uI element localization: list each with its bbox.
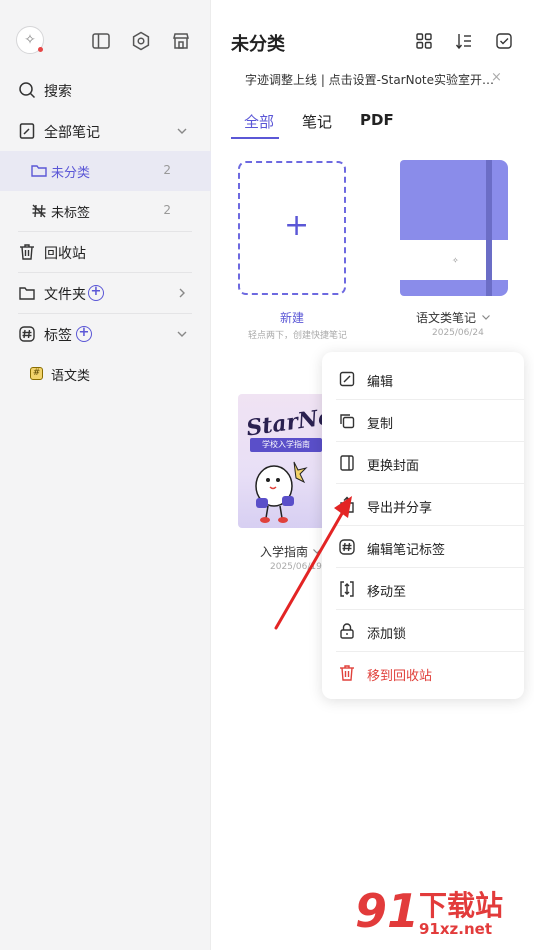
cover-banner: 学校入学指南 [250, 438, 322, 452]
tab-all[interactable]: 全部 [244, 111, 274, 132]
page-title: 未分类 [231, 34, 285, 55]
site-watermark: 91 下载站 91xz.net [355, 880, 530, 946]
menu-item-edit-tags[interactable]: 编辑笔记标签 [322, 526, 524, 568]
settings-gear-icon[interactable] [130, 30, 152, 52]
sidebar-item-label: 语文类 [51, 369, 91, 384]
sidebar-item-all-notes[interactable]: 全部笔记 [0, 111, 211, 151]
plus-icon: + [284, 208, 310, 243]
sidebar-toggle-icon[interactable] [90, 30, 112, 52]
new-note-label[interactable]: 新建 [280, 309, 304, 326]
tag-chip-icon: # [30, 367, 43, 380]
notebook-icon [19, 123, 35, 139]
menu-item-edit[interactable]: 编辑 [322, 358, 524, 400]
copy-icon [340, 414, 355, 429]
menu-item-label: 编辑笔记标签 [367, 543, 446, 558]
menu-item-label: 复制 [367, 417, 394, 432]
watermark-url: 91xz.net [419, 920, 493, 938]
edit-icon [339, 371, 355, 387]
note-context-menu: 编辑 复制 更换封面 导出并分享 编辑笔记标签 移动至 添加锁 移到回收站 [322, 352, 524, 699]
sidebar-item-search[interactable]: 搜索 [0, 70, 211, 110]
sidebar-item-tags[interactable]: 标签 + [0, 314, 211, 354]
cover-logo: StarNote [244, 400, 326, 442]
tag-hash-icon [339, 539, 355, 555]
pdf-cover[interactable]: StarNote 学校入学指南 [238, 394, 326, 528]
new-note-card[interactable]: + [238, 161, 346, 295]
sidebar-item-label: 未标签 [51, 206, 91, 221]
share-export-icon [340, 496, 354, 513]
select-check-icon[interactable] [494, 31, 514, 51]
sidebar-item-label: 回收站 [44, 246, 86, 262]
menu-item-export-share[interactable]: 导出并分享 [322, 484, 524, 526]
announcement-banner[interactable]: 字迹调整上线 | 点击设置-StarNote实验室开… [245, 71, 494, 88]
chevron-down-icon[interactable] [175, 327, 189, 341]
chevron-down-icon[interactable] [480, 311, 492, 323]
menu-item-label: 编辑 [367, 375, 394, 390]
sidebar-item-label: 文件夹 [44, 287, 86, 303]
notebook-date: 2025/06/24 [432, 328, 484, 338]
sidebar: ✧ 搜索 全部笔记 未分类 2 未标签 2 回收站 文件夹 + 标签 + # 语… [0, 0, 211, 950]
pdf-title[interactable]: 入学指南 [260, 543, 308, 560]
menu-item-label: 移动至 [367, 585, 407, 600]
pdf-date: 2025/06/19 [270, 562, 322, 572]
notebook-strap [486, 160, 492, 296]
add-tag-button[interactable]: + [76, 326, 92, 342]
watermark-brand: 91 [355, 884, 420, 938]
trash-icon [340, 665, 354, 681]
tag-hash-icon [19, 326, 35, 342]
sidebar-item-tag-chinese[interactable]: # 语文类 [0, 354, 211, 394]
sidebar-item-label: 搜索 [44, 84, 72, 100]
folder-icon [31, 165, 47, 177]
menu-item-copy[interactable]: 复制 [322, 400, 524, 442]
menu-item-change-cover[interactable]: 更换封面 [322, 442, 524, 484]
notification-dot [38, 47, 43, 52]
folder-icon [19, 287, 35, 300]
mascot-illustration-icon [255, 461, 308, 523]
notebook-title[interactable]: 语文类笔记 [416, 309, 476, 326]
sidebar-item-trash[interactable]: 回收站 [0, 232, 211, 272]
close-icon[interactable]: × [491, 70, 502, 85]
menu-item-label: 更换封面 [367, 459, 420, 474]
move-icon [340, 581, 354, 597]
chevron-down-icon[interactable] [175, 124, 189, 138]
search-icon [19, 82, 36, 99]
add-folder-button[interactable]: + [88, 285, 104, 301]
menu-item-add-lock[interactable]: 添加锁 [322, 610, 524, 652]
notebook-cover[interactable]: ✧ [400, 160, 508, 296]
menu-item-label: 添加锁 [367, 627, 407, 642]
cover-icon [340, 455, 354, 471]
sidebar-toolbar: ✧ [16, 26, 194, 56]
grid-view-icon[interactable] [414, 31, 434, 51]
note-count: 2 [163, 163, 171, 177]
store-icon[interactable] [170, 30, 192, 52]
menu-item-label: 导出并分享 [367, 501, 433, 516]
trash-icon [20, 244, 34, 260]
sort-icon[interactable] [454, 31, 474, 51]
sidebar-item-folders[interactable]: 文件夹 + [0, 273, 211, 313]
sidebar-item-label: 全部笔记 [44, 125, 100, 141]
watermark-name: 下载站 [419, 889, 504, 922]
lock-icon [340, 623, 354, 639]
sidebar-item-label: 未分类 [51, 166, 91, 181]
tab-pdf[interactable]: PDF [360, 111, 394, 129]
sidebar-item-label: 标签 [44, 328, 72, 344]
notebook-logo-icon: ✧ [452, 256, 459, 265]
sidebar-item-uncategorized[interactable]: 未分类 2 [0, 151, 211, 191]
note-count: 2 [163, 203, 171, 217]
menu-item-move-to-trash[interactable]: 移到回收站 [322, 652, 524, 694]
chevron-right-icon[interactable] [175, 286, 189, 300]
sidebar-item-untagged[interactable]: 未标签 2 [0, 191, 211, 231]
new-note-hint: 轻点两下，创建快捷笔记 [248, 331, 348, 341]
menu-item-move-to[interactable]: 移动至 [322, 568, 524, 610]
untagged-icon [32, 204, 46, 218]
active-tab-indicator [231, 137, 279, 139]
tab-notes[interactable]: 笔记 [302, 111, 332, 132]
menu-item-label: 移到回收站 [367, 669, 433, 684]
